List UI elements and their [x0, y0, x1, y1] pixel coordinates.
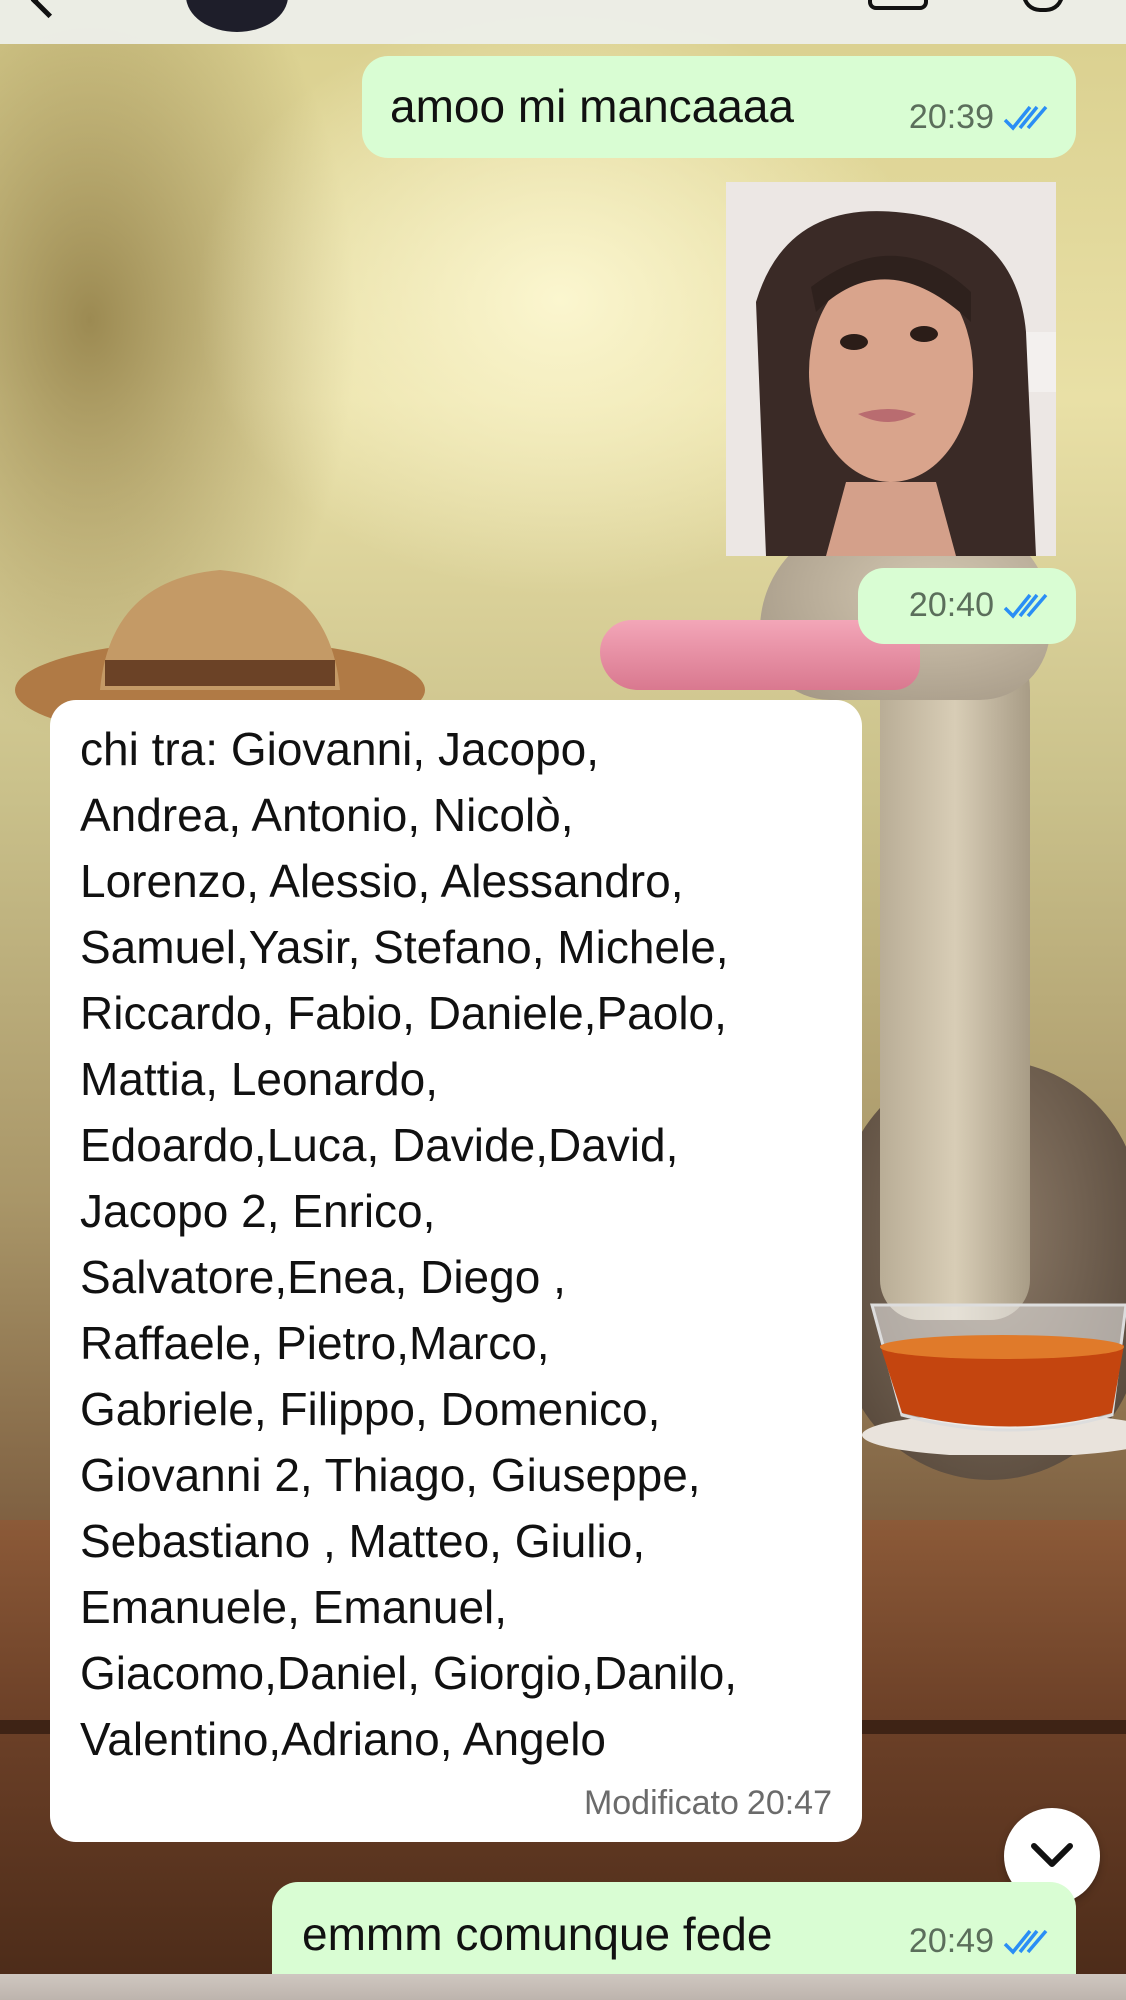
wallpaper-ostrich-neck	[880, 620, 1030, 1320]
message-line: Lorenzo, Alessio, Alessandro,	[80, 855, 684, 907]
message-meta: 20:49	[909, 1922, 1050, 1961]
video-call-icon[interactable]	[868, 0, 928, 10]
message-text-block: chi tra: Giovanni, Jacopo, Andrea, Anton…	[80, 716, 737, 1772]
message-line: Edoardo,Luca, Davide,David,	[80, 1119, 679, 1171]
message-time: 20:40	[908, 586, 994, 624]
message-outgoing[interactable]: amoo mi mancaaaa 20:39	[362, 56, 1076, 158]
chevron-down-icon	[1031, 1843, 1073, 1867]
chat-header	[0, 0, 1126, 44]
message-line: Mattia, Leonardo,	[80, 1053, 439, 1105]
message-line: Giovanni 2, Thiago, Giuseppe,	[80, 1449, 701, 1501]
voice-call-icon[interactable]	[1022, 0, 1064, 12]
message-line: Samuel,Yasir, Stefano, Michele,	[80, 921, 729, 973]
message-outgoing[interactable]: emmm comunque fede 20:49	[272, 1882, 1076, 1982]
message-line: chi tra: Giovanni, Jacopo,	[80, 723, 600, 775]
message-line: Andrea, Antonio, Nicolò,	[80, 789, 574, 841]
message-text: amoo mi mancaaaa	[390, 80, 794, 132]
back-arrow-icon[interactable]	[30, 0, 67, 19]
message-text: emmm comunque fede	[302, 1908, 773, 1960]
message-line: Raffaele, Pietro,Marco,	[80, 1317, 550, 1369]
wallpaper-teacup	[862, 1303, 1126, 1455]
message-meta: 20:40	[909, 586, 1050, 625]
message-line: Jacopo 2, Enrico,	[80, 1185, 436, 1237]
message-time: 20:39	[908, 98, 994, 136]
message-photo-meta-bubble: 20:40	[858, 568, 1076, 644]
input-bar-edge	[0, 1974, 1126, 2000]
message-line: Salvatore,Enea, Diego ,	[80, 1251, 566, 1303]
message-line: Valentino,Adriano, Angelo	[80, 1713, 606, 1765]
message-incoming[interactable]: chi tra: Giovanni, Jacopo, Andrea, Anton…	[50, 700, 862, 1842]
double-check-icon	[1003, 105, 1048, 131]
message-line: Sebastiano , Matteo, Giulio,	[80, 1515, 646, 1567]
double-check-icon	[1003, 593, 1048, 619]
double-check-icon	[1003, 1929, 1048, 1955]
message-meta: 20:39	[909, 98, 1050, 137]
message-photo[interactable]	[726, 182, 1056, 556]
message-line: Emanuele, Emanuel,	[80, 1581, 508, 1633]
message-line: Riccardo, Fabio, Daniele,Paolo,	[80, 987, 727, 1039]
edited-label: Modificato	[583, 1784, 739, 1822]
message-time: 20:47	[746, 1784, 832, 1822]
message-time: 20:49	[908, 1922, 994, 1960]
message-line: Gabriele, Filippo, Domenico,	[80, 1383, 661, 1435]
message-line: Giacomo,Daniel, Giorgio,Danilo,	[80, 1647, 738, 1699]
message-meta: Modificato 20:47	[584, 1784, 832, 1823]
contact-avatar[interactable]	[186, 0, 288, 32]
